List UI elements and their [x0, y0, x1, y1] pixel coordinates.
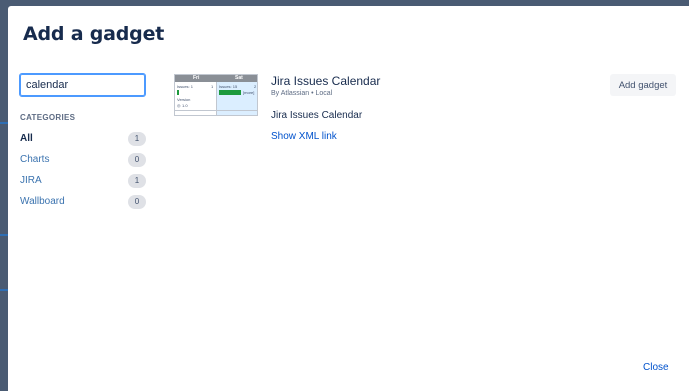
thumbnail-text: 1 — [211, 84, 214, 89]
category-count-badge: 1 — [128, 174, 146, 188]
backdrop-accent — [0, 122, 8, 124]
thumbnail-text: [more] — [243, 90, 255, 95]
thumbnail-version-icon: ◎ — [177, 103, 181, 108]
thumbnail-text: Issues: 15 — [219, 84, 238, 89]
backdrop-accent — [0, 234, 8, 236]
thumbnail-day: Sat — [235, 75, 243, 81]
add-gadget-dialog: Add a gadget CATEGORIES All 1 Charts 0 J… — [8, 6, 689, 391]
gadget-thumbnail: Fri Sat Issues: 1 1 Issues: 15 2 [more] … — [174, 74, 258, 116]
gadget-description: Jira Issues Calendar — [271, 110, 363, 121]
thumbnail-text: 1.0 — [182, 103, 188, 108]
category-jira[interactable]: JIRA 1 — [20, 173, 146, 189]
gadget-byline: By Atlassian • Local — [271, 90, 333, 97]
gadget-search-input[interactable] — [19, 73, 146, 97]
thumbnail-divider — [175, 110, 257, 111]
category-count-badge: 1 — [128, 132, 146, 146]
add-gadget-button[interactable]: Add gadget — [610, 74, 676, 96]
thumbnail-header: Fri Sat — [175, 75, 257, 82]
dialog-title: Add a gadget — [23, 23, 165, 45]
thumbnail-text: Version — [177, 97, 191, 102]
close-dialog-link[interactable]: Close — [643, 362, 669, 373]
thumbnail-text: 2 — [254, 84, 257, 89]
category-label: JIRA — [20, 175, 42, 186]
gadget-name: Jira Issues Calendar — [271, 74, 381, 88]
category-count-badge: 0 — [128, 153, 146, 167]
thumbnail-day: Fri — [193, 75, 200, 81]
show-xml-link[interactable]: Show XML link — [271, 131, 337, 142]
category-charts[interactable]: Charts 0 — [20, 152, 146, 168]
thumbnail-text: Issues: 1 — [177, 84, 194, 89]
category-all[interactable]: All 1 — [20, 131, 146, 147]
category-count-badge: 0 — [128, 195, 146, 209]
category-label: All — [20, 133, 33, 144]
categories-heading: CATEGORIES — [20, 113, 76, 122]
category-label: Wallboard — [20, 196, 65, 207]
category-label: Charts — [20, 154, 50, 165]
thumbnail-issue-bar — [177, 90, 179, 95]
backdrop-accent — [0, 289, 8, 291]
category-wallboard[interactable]: Wallboard 0 — [20, 194, 146, 210]
thumbnail-issue-bar — [219, 90, 241, 95]
